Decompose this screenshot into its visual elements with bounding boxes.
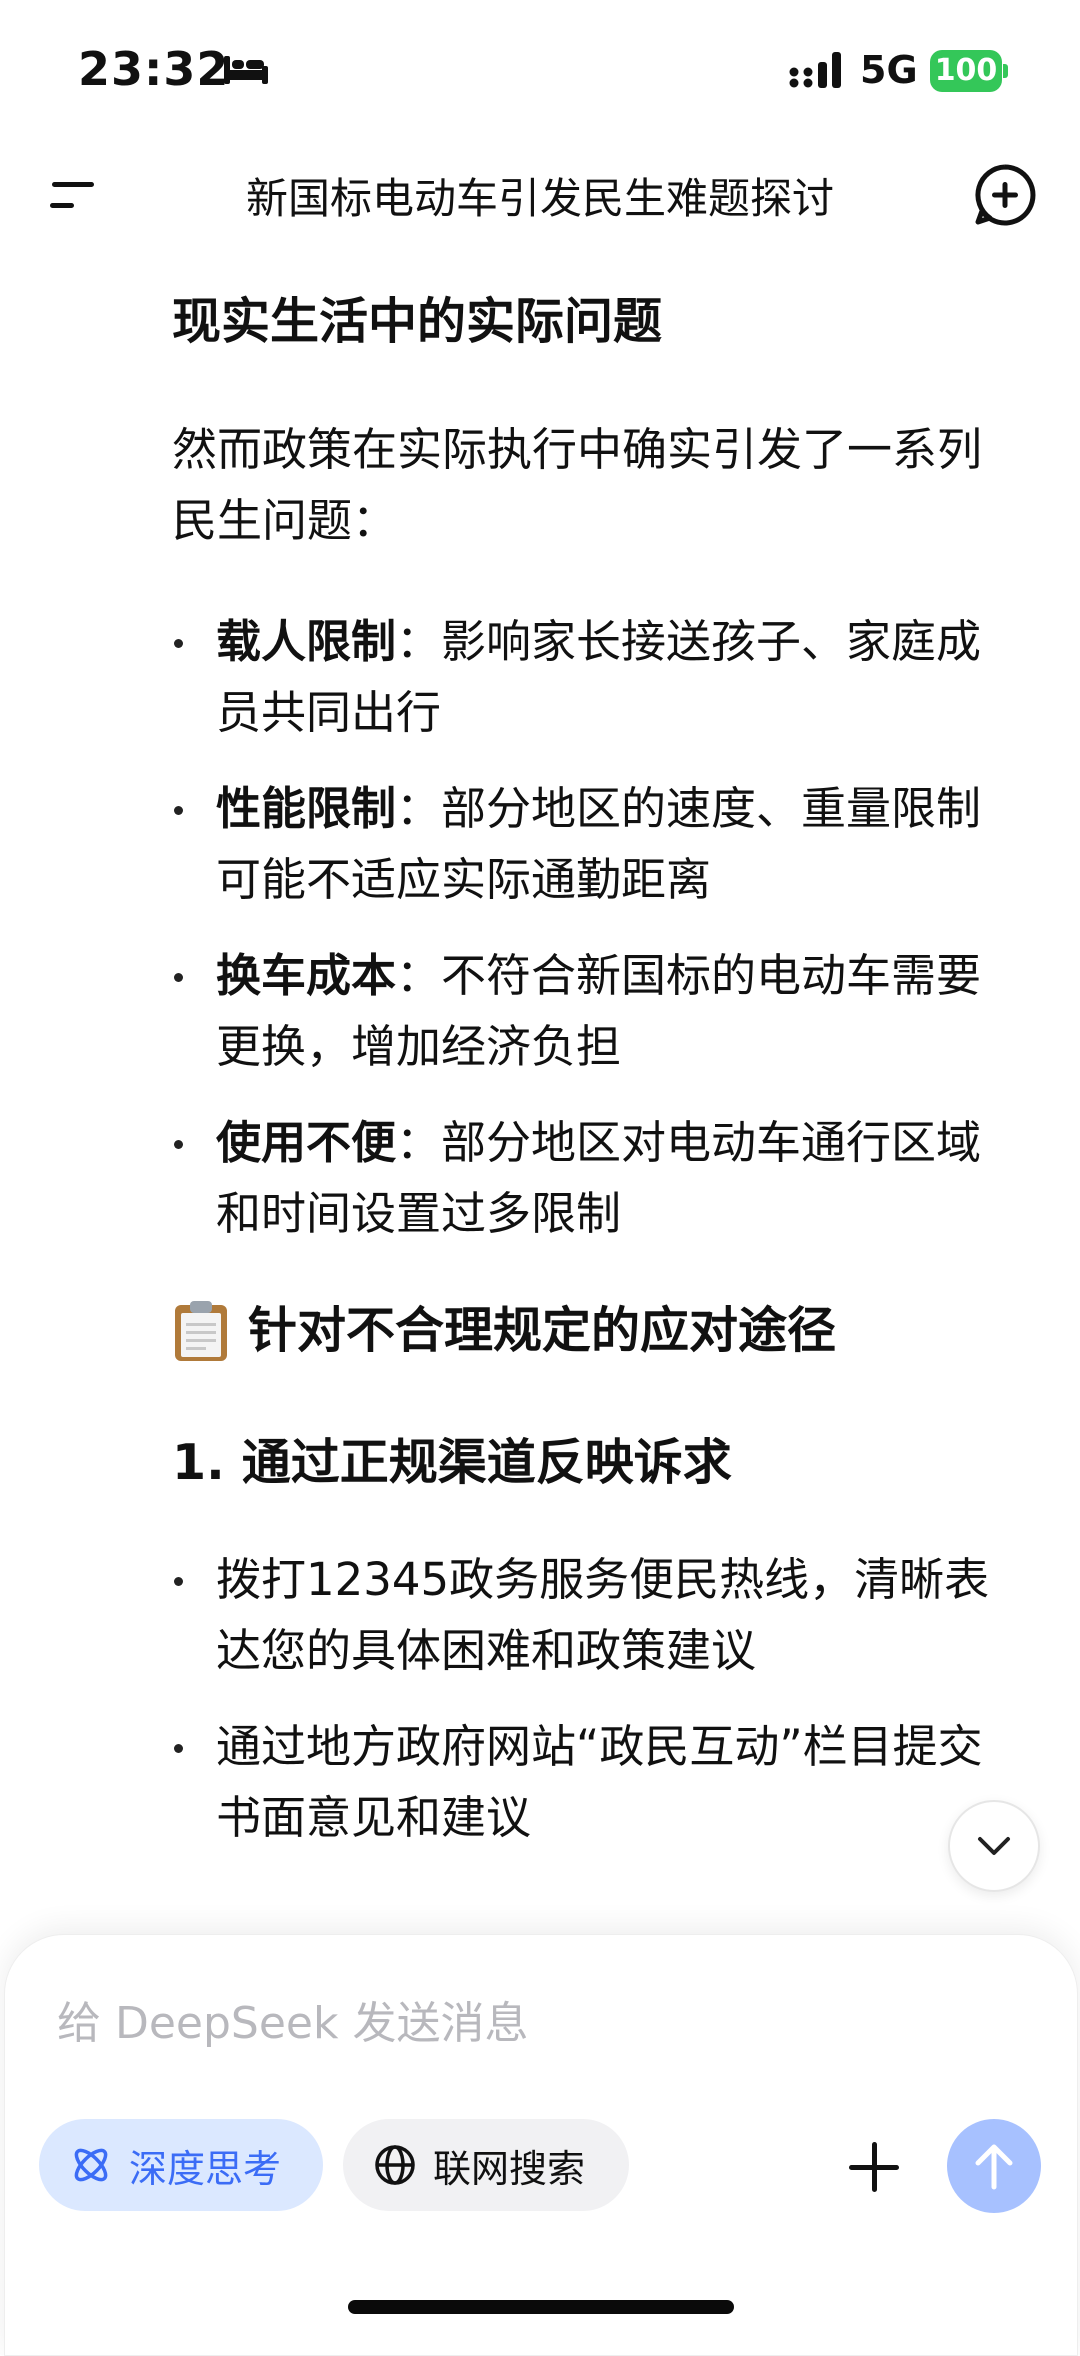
list-item: 性能限制：部分地区的速度、重量限制可能不适应实际通勤距离 xyxy=(172,773,1022,915)
list-item: 拨打12345政务服务便民热线，清晰表达您的具体困难和政策建议 xyxy=(172,1544,1022,1686)
sleep-focus-icon xyxy=(224,56,268,84)
arrow-up-icon xyxy=(975,2144,1013,2190)
status-bar: 23:32 5G 100 xyxy=(0,0,1080,140)
battery-level: 100 xyxy=(930,50,1002,92)
deep-think-toggle[interactable]: 深度思考 xyxy=(39,2119,323,2211)
intro-paragraph: 然而政策在实际执行中确实引发了一系列民生问题： xyxy=(172,422,983,547)
battery-icon: 100 xyxy=(930,50,1008,92)
scroll-to-bottom-button[interactable] xyxy=(948,1800,1040,1892)
new-chat-icon[interactable] xyxy=(972,162,1038,228)
signal-strength-icon xyxy=(789,52,841,88)
deep-think-label: 深度思考 xyxy=(129,2146,282,2191)
web-search-label: 联网搜索 xyxy=(433,2146,586,2191)
send-button[interactable] xyxy=(947,2119,1041,2213)
chevron-down-icon xyxy=(978,1837,1010,1855)
list-item: 换车成本：不符合新国标的电动车需要更换，增加经济负担 xyxy=(172,940,1022,1082)
home-indicator xyxy=(348,2300,734,2314)
globe-icon xyxy=(375,2145,415,2185)
chat-message-content: 现实生活中的实际问题 然而政策在实际执行中确实引发了一系列民生问题： 载人限制：… xyxy=(172,290,1022,1930)
page-title: 新国标电动车引发民生难题探讨 xyxy=(245,174,834,223)
problem-list: 载人限制：影响家长接送孩子、家庭成员共同出行 性能限制：部分地区的速度、重量限制… xyxy=(172,606,1022,1249)
list-item: 载人限制：影响家长接送孩子、家庭成员共同出行 xyxy=(172,606,1022,748)
channel-list: 拨打12345政务服务便民热线，清晰表达您的具体困难和政策建议 通过地方政府网站… xyxy=(172,1544,1022,1853)
menu-icon[interactable] xyxy=(44,170,100,220)
clipboard-icon xyxy=(175,1300,227,1361)
top-nav: 新国标电动车引发民生难题探讨 xyxy=(0,140,1080,250)
network-type: 5G xyxy=(860,48,918,92)
section-heading: 针对不合理规定的应对途径 xyxy=(248,1301,837,1359)
web-search-toggle[interactable]: 联网搜索 xyxy=(343,2119,629,2211)
list-item: 通过地方政府网站“政民互动”栏目提交书面意见和建议 xyxy=(172,1711,1022,1853)
list-item: 使用不便：部分地区对电动车通行区域和时间设置过多限制 xyxy=(172,1107,1022,1249)
atom-icon xyxy=(74,2148,108,2182)
section-heading: 现实生活中的实际问题 xyxy=(172,293,663,350)
section-heading-row: 针对不合理规定的应对途径 xyxy=(172,1299,1022,1363)
status-time: 23:32 xyxy=(78,42,230,96)
message-composer: 给 DeepSeek 发送消息 深度思考 联网搜索 xyxy=(4,1934,1078,2356)
attach-plus-icon[interactable] xyxy=(847,2140,901,2194)
subsection-heading: 1. 通过正规渠道反映诉求 xyxy=(172,1433,732,1491)
message-input[interactable]: 给 DeepSeek 发送消息 xyxy=(57,1987,528,2051)
